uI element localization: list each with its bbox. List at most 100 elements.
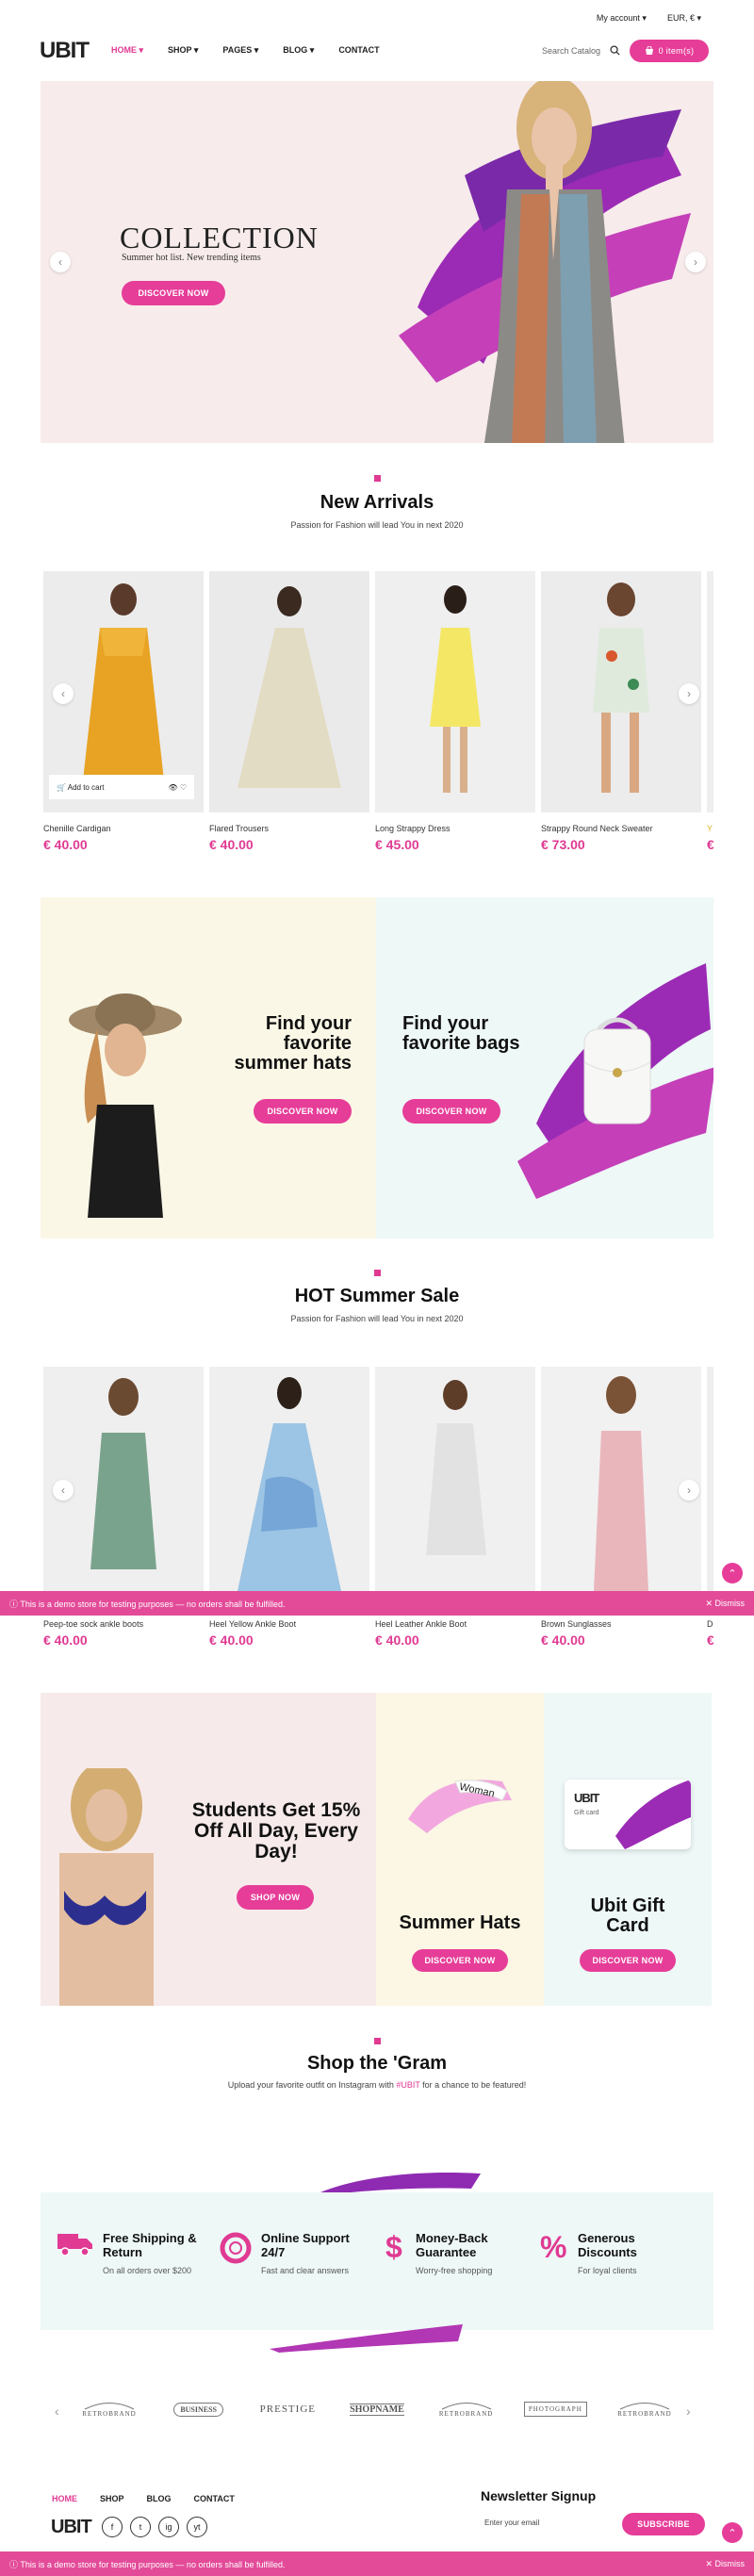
hats-banner: Find your favorite summer hats DISCOVER … bbox=[41, 897, 376, 1239]
arrivals-next-arrow[interactable]: › bbox=[679, 683, 699, 704]
hats-banner-title: Find your favorite summer hats bbox=[234, 1013, 352, 1074]
feature-item: % Generous Discounts For loyal clients bbox=[540, 2231, 663, 2275]
product-image[interactable] bbox=[209, 1367, 369, 1591]
product-price: € 40.00 bbox=[375, 1633, 419, 1648]
product-image[interactable] bbox=[707, 1367, 713, 1591]
brand-logo[interactable]: RETROBRAND bbox=[433, 2388, 500, 2430]
product-image[interactable] bbox=[707, 571, 713, 812]
facebook-icon[interactable]: f bbox=[102, 2517, 123, 2537]
product-name[interactable]: Chenille Cardigan bbox=[43, 824, 204, 833]
sale-prev-arrow[interactable]: ‹ bbox=[53, 1480, 74, 1501]
product-name[interactable]: Strappy Round Neck Sweater bbox=[541, 824, 701, 833]
add-to-cart-button[interactable]: 🛒 Add to cart bbox=[57, 783, 104, 792]
hero-model-image bbox=[484, 81, 625, 443]
hero-prev-arrow[interactable]: ‹ bbox=[50, 252, 71, 272]
product-image[interactable] bbox=[43, 1367, 204, 1591]
product-image[interactable] bbox=[375, 1367, 535, 1591]
youtube-icon[interactable]: yt bbox=[187, 2517, 207, 2537]
nav-pages[interactable]: PAGES ▾ bbox=[222, 45, 258, 56]
brand-logo[interactable]: RETROBRAND bbox=[75, 2388, 143, 2430]
gift-card-discover-button[interactable]: DISCOVER NOW bbox=[580, 1949, 676, 1972]
product-card[interactable]: Strappy Round Neck Sweater € 73.00 bbox=[541, 571, 701, 852]
product-image[interactable] bbox=[375, 571, 535, 812]
product-image[interactable] bbox=[209, 571, 369, 812]
twitter-icon[interactable]: t bbox=[130, 2517, 151, 2537]
hero-next-arrow[interactable]: › bbox=[685, 252, 706, 272]
bags-banner: Find your favorite bags DISCOVER NOW bbox=[376, 897, 713, 1239]
footer-link-home[interactable]: HOME bbox=[52, 2494, 77, 2503]
wishlist-heart-icon[interactable]: ♡ bbox=[180, 783, 187, 792]
product-price: € 45.00 bbox=[375, 837, 419, 852]
currency-selector[interactable]: EUR, € ▾ bbox=[667, 13, 701, 24]
nav-shop[interactable]: SHOP ▾ bbox=[168, 45, 198, 56]
product-name[interactable]: Y bbox=[707, 824, 713, 833]
demo-store-notice: ⓘ This is a demo store for testing purpo… bbox=[0, 1591, 754, 1616]
product-image[interactable] bbox=[541, 1367, 701, 1591]
students-shop-now-button[interactable]: SHOP NOW bbox=[237, 1885, 314, 1910]
product-card[interactable]: 🛒 Add to cart 👁 ♡ Chenille Cardigan € 40… bbox=[43, 571, 204, 852]
search-icon[interactable] bbox=[610, 45, 620, 56]
bag-image bbox=[583, 1017, 651, 1124]
brands-prev-arrow[interactable]: ‹ bbox=[55, 2404, 59, 2419]
hero-discover-button[interactable]: DISCOVER NOW bbox=[122, 281, 225, 305]
nav-contact[interactable]: CONTACT bbox=[338, 45, 379, 56]
scroll-to-top-button[interactable]: ⌃ bbox=[722, 1563, 743, 1583]
footer-logo[interactable]: UBIT bbox=[51, 2517, 92, 2538]
summer-hats-discover-button[interactable]: DISCOVER NOW bbox=[412, 1949, 508, 1972]
brand-logo[interactable]: RETROBRAND bbox=[611, 2388, 679, 2430]
summer-hats-banner: Woman Summer Hats DISCOVER NOW bbox=[376, 1693, 544, 2006]
product-price: € 40.00 bbox=[541, 1633, 585, 1648]
students-offer-title: Students Get 15% Off All Day, Every Day! bbox=[191, 1799, 361, 1863]
cart-button[interactable]: 0 item(s) bbox=[630, 40, 709, 62]
newsletter-email-input[interactable]: Enter your email bbox=[484, 2519, 539, 2527]
product-name[interactable]: Peep-toe sock ankle boots bbox=[43, 1619, 204, 1629]
nav-blog[interactable]: BLOG ▾ bbox=[283, 45, 314, 56]
subscribe-button[interactable]: SUBSCRIBE bbox=[622, 2513, 705, 2535]
product-card[interactable]: Long Strappy Dress € 45.00 bbox=[375, 571, 535, 852]
brand-logo[interactable]: BUSINESS bbox=[165, 2388, 233, 2430]
instagram-subtitle: Upload your favorite outfit on Instagram… bbox=[227, 2080, 527, 2090]
bags-banner-title: Find your favorite bags bbox=[402, 1013, 520, 1054]
product-name[interactable]: D bbox=[707, 1619, 713, 1629]
search-box[interactable]: Search Catalog bbox=[542, 45, 620, 56]
dismiss-notice-button[interactable]: ✕ Dismiss bbox=[705, 1599, 745, 1609]
footer-link-blog[interactable]: BLOG bbox=[147, 2494, 172, 2503]
arrivals-prev-arrow[interactable]: ‹ bbox=[53, 683, 74, 704]
nav-home[interactable]: HOME ▾ bbox=[111, 45, 143, 56]
product-price: € 40.00 bbox=[209, 837, 254, 852]
search-input[interactable]: Search Catalog bbox=[542, 46, 600, 56]
product-card[interactable]: Flared Trousers € 40.00 bbox=[209, 571, 369, 852]
brands-next-arrow[interactable]: › bbox=[686, 2404, 691, 2419]
brand-logo[interactable]: PRESTIGE bbox=[254, 2388, 321, 2430]
scroll-to-top-button[interactable]: ⌃ bbox=[722, 2522, 743, 2543]
new-arrivals-carousel: 🛒 Add to cart 👁 ♡ Chenille Cardigan € 40… bbox=[43, 571, 713, 873]
footer-nav: HOME SHOP BLOG CONTACT bbox=[52, 2494, 235, 2503]
instagram-icon[interactable]: ig bbox=[158, 2517, 179, 2537]
social-links: f t ig yt bbox=[102, 2517, 207, 2537]
feature-title: Online Support 24/7 bbox=[261, 2231, 350, 2259]
product-name[interactable]: Brown Sunglasses bbox=[541, 1619, 701, 1629]
product-name[interactable]: Long Strappy Dress bbox=[375, 824, 535, 833]
hats-discover-button[interactable]: DISCOVER NOW bbox=[254, 1099, 352, 1124]
quick-view-icon[interactable]: 👁 bbox=[168, 783, 177, 792]
newsletter-title: Newsletter Signup bbox=[481, 2488, 597, 2503]
product-card[interactable]: Y € bbox=[707, 571, 713, 852]
product-name[interactable]: Heel Yellow Ankle Boot bbox=[209, 1619, 369, 1629]
product-image[interactable] bbox=[541, 571, 701, 812]
hero-subtitle: Summer hot list. New trending items bbox=[122, 253, 261, 263]
brand-logo[interactable]: SHOPNAME bbox=[343, 2388, 411, 2430]
footer-link-shop[interactable]: SHOP bbox=[100, 2494, 124, 2503]
my-account-link[interactable]: My account ▾ bbox=[597, 13, 647, 24]
features-brush-bottom bbox=[270, 2324, 463, 2353]
product-name[interactable]: Heel Leather Ankle Boot bbox=[375, 1619, 535, 1629]
footer-link-contact[interactable]: CONTACT bbox=[194, 2494, 235, 2503]
sale-next-arrow[interactable]: › bbox=[679, 1480, 699, 1501]
brand-logo[interactable]: PHOTOGRAPH bbox=[521, 2388, 589, 2430]
dismiss-notice-button[interactable]: ✕ Dismiss bbox=[705, 2559, 745, 2569]
product-name[interactable]: Flared Trousers bbox=[209, 824, 369, 833]
bags-discover-button[interactable]: DISCOVER NOW bbox=[402, 1099, 500, 1124]
product-price: € bbox=[707, 1633, 713, 1648]
section-dot bbox=[374, 2038, 381, 2044]
hero-title: COLLECTION bbox=[120, 221, 319, 254]
site-logo[interactable]: UBIT bbox=[40, 38, 90, 64]
